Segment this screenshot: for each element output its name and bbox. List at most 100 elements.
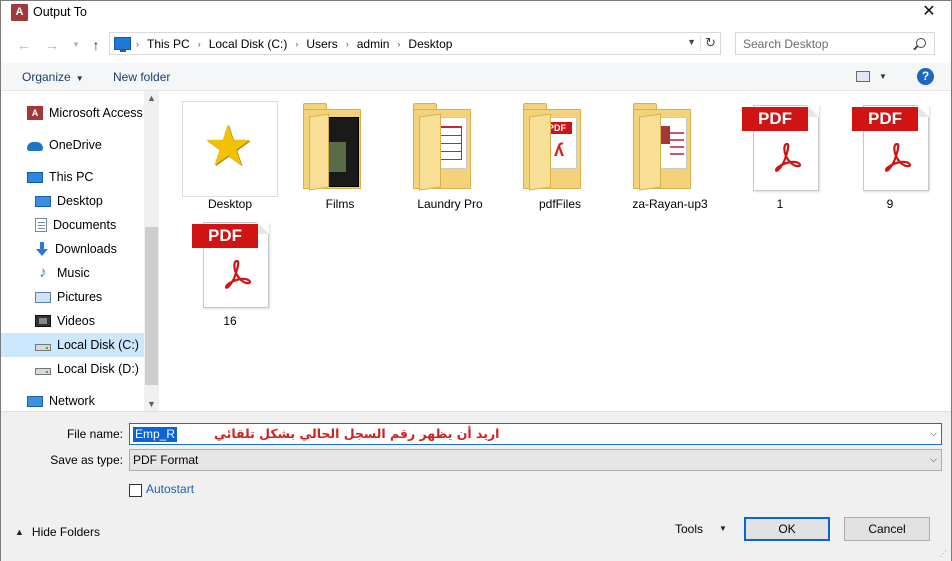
- organize-button[interactable]: Organize ▼: [22, 70, 84, 84]
- nav-item-label: Downloads: [55, 242, 117, 256]
- nav-item-this-pc[interactable]: This PC: [1, 165, 144, 189]
- autostart-checkbox[interactable]: [129, 484, 142, 497]
- nav-item-pictures[interactable]: Pictures: [1, 285, 144, 309]
- address-bar[interactable]: › This PC › Local Disk (C:) › Users › ad…: [109, 32, 721, 55]
- nav-item-music[interactable]: ♪ Music: [1, 261, 144, 285]
- file-name-input[interactable]: Emp_R اريد أن يظهر رقم السجل الحالي بشكل…: [129, 423, 942, 445]
- tools-button[interactable]: Tools: [675, 522, 703, 536]
- save-type-chevron-down-icon[interactable]: ⌵: [930, 454, 937, 465]
- nav-item-label: Documents: [53, 218, 117, 232]
- view-chevron-down-icon[interactable]: ▼: [879, 72, 887, 81]
- breadcrumb-users[interactable]: Users: [306, 37, 337, 51]
- network-icon: [27, 395, 43, 407]
- file-name-value[interactable]: Emp_R: [133, 427, 178, 442]
- nav-item-label: Microsoft Access: [49, 106, 143, 120]
- title-bar: A Output To ✕: [1, 1, 951, 25]
- folder-icon: PDF ʎ: [507, 91, 613, 191]
- download-icon: [35, 242, 49, 256]
- chevron-right-icon[interactable]: ›: [198, 39, 201, 49]
- nav-item-label: OneDrive: [49, 138, 102, 152]
- music-icon: ♪: [39, 264, 47, 281]
- hide-folders-label: Hide Folders: [31, 525, 100, 539]
- organize-label: Organize: [22, 70, 71, 84]
- breadcrumb-local-disk[interactable]: Local Disk (C:): [209, 37, 288, 51]
- chevron-down-icon: ▼: [75, 74, 84, 83]
- file-item-laundry-pro[interactable]: Laundry Pro: [397, 91, 503, 211]
- nav-item-documents[interactable]: Documents: [1, 213, 144, 237]
- breadcrumb-desktop[interactable]: Desktop: [408, 37, 452, 51]
- file-item-pdf-9[interactable]: PDF 9: [837, 91, 943, 211]
- save-options-panel: File name: Emp_R اريد أن يظهر رقم السجل …: [1, 411, 951, 561]
- nav-item-onedrive[interactable]: OneDrive: [1, 133, 144, 157]
- autostart-label[interactable]: Autostart: [146, 482, 194, 496]
- file-item-label: Laundry Pro: [417, 197, 483, 211]
- nav-item-local-disk-c[interactable]: Local Disk (C:): [1, 333, 144, 357]
- close-button[interactable]: ✕: [917, 1, 941, 25]
- videos-icon: [35, 315, 51, 327]
- chevron-right-icon: ›: [136, 39, 139, 49]
- nav-item-microsoft-access[interactable]: A Microsoft Access: [1, 101, 144, 125]
- file-item-za-rayan-up3[interactable]: za-Rayan-up3: [617, 91, 723, 211]
- search-box[interactable]: Search Desktop: [735, 32, 935, 55]
- window-title: Output To: [33, 5, 87, 19]
- save-type-select[interactable]: PDF Format ⌵: [129, 449, 942, 471]
- file-item-films[interactable]: Films: [287, 91, 393, 211]
- page-fold: [807, 105, 819, 117]
- file-list: ★ Desktop Films Laundry Pro PDF ʎ pdfFil…: [159, 91, 951, 411]
- ok-button[interactable]: OK: [744, 517, 830, 541]
- save-type-value: PDF Format: [133, 453, 199, 467]
- breadcrumb: › This PC › Local Disk (C:) › Users › ad…: [136, 37, 452, 51]
- new-folder-button[interactable]: New folder: [113, 70, 170, 84]
- nav-item-videos[interactable]: Videos: [1, 309, 144, 333]
- tools-chevron-down-icon[interactable]: ▼: [719, 524, 727, 533]
- refresh-icon[interactable]: ↻: [700, 35, 716, 51]
- nav-item-network[interactable]: Network: [1, 389, 144, 413]
- chevron-right-icon[interactable]: ›: [397, 39, 400, 49]
- search-icon[interactable]: [916, 38, 926, 48]
- hide-folders-button[interactable]: ▲ Hide Folders: [15, 525, 100, 539]
- disk-icon: [35, 344, 51, 351]
- breadcrumb-admin[interactable]: admin: [357, 37, 390, 51]
- nav-item-downloads[interactable]: Downloads: [1, 237, 144, 261]
- nav-item-desktop[interactable]: Desktop: [1, 189, 144, 213]
- scroll-up-chevron-icon[interactable]: ▲: [144, 93, 159, 103]
- folder-icon: [617, 91, 723, 191]
- resize-grip-icon[interactable]: ⋰: [939, 549, 949, 559]
- back-arrow-icon[interactable]: ←: [15, 36, 33, 54]
- nav-item-label: Desktop: [57, 194, 103, 208]
- folder-icon: [397, 91, 503, 191]
- file-item-label: 16: [223, 314, 237, 328]
- pdf-file-icon: PDF: [727, 91, 833, 191]
- folder-icon: [287, 91, 393, 191]
- view-options-icon[interactable]: [856, 71, 870, 82]
- pdf-badge: PDF: [852, 107, 918, 131]
- help-icon[interactable]: ?: [917, 68, 934, 85]
- acrobat-icon: [224, 259, 252, 289]
- acrobat-icon: [774, 142, 802, 172]
- address-history-chevron-icon[interactable]: ▼: [687, 37, 696, 47]
- output-to-dialog: A Output To ✕ ← → ▼ ↑ › This PC › Local …: [0, 0, 952, 561]
- page-fold: [917, 105, 929, 117]
- nav-item-local-disk-d[interactable]: Local Disk (D:): [1, 357, 144, 381]
- cancel-button[interactable]: Cancel: [844, 517, 930, 541]
- access-icon: A: [11, 4, 28, 21]
- chevron-right-icon[interactable]: ›: [295, 39, 298, 49]
- pdf-file-icon: PDF: [177, 208, 283, 308]
- forward-arrow-icon[interactable]: →: [43, 36, 61, 54]
- breadcrumb-this-pc[interactable]: This PC: [147, 37, 190, 51]
- nav-scrollbar-thumb[interactable]: [145, 227, 158, 385]
- page-fold: [257, 222, 269, 234]
- recent-chevron-down-icon[interactable]: ▼: [67, 36, 85, 54]
- chevron-right-icon[interactable]: ›: [346, 39, 349, 49]
- file-item-pdffiles[interactable]: PDF ʎ pdfFiles: [507, 91, 613, 211]
- scroll-down-chevron-icon[interactable]: ▼: [144, 399, 159, 409]
- up-arrow-icon[interactable]: ↑: [87, 36, 105, 54]
- file-name-chevron-down-icon[interactable]: ⌵: [930, 428, 937, 439]
- nav-scrollbar[interactable]: ▲ ▼: [144, 91, 159, 411]
- file-item-desktop[interactable]: ★ Desktop: [177, 91, 283, 211]
- nav-item-label: Local Disk (C:): [57, 338, 139, 352]
- file-item-pdf-16[interactable]: PDF 16: [177, 208, 283, 328]
- file-item-label: za-Rayan-up3: [632, 197, 708, 211]
- desktop-thumbnail: ★: [177, 91, 283, 197]
- file-item-pdf-1[interactable]: PDF 1: [727, 91, 833, 211]
